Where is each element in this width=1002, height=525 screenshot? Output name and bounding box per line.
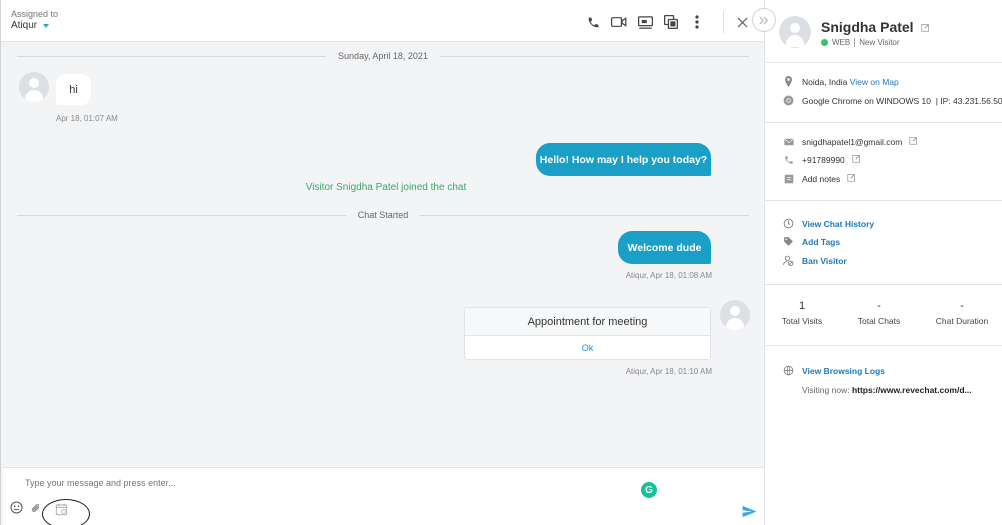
assigned-agent-dropdown[interactable]: Atiqur [11,20,50,31]
location-row: Noida, India View on Map [783,76,899,87]
stat-label: Total Visits [781,316,823,326]
appointment-card-title: Appointment for meeting [465,308,710,336]
online-status-dot [821,39,828,46]
visitor-email: snigdhapatel1@gmail.com [802,136,903,147]
visiting-now-row: Visiting now: https://www.revechat.com/d… [802,385,972,395]
phone-icon [783,154,794,165]
chat-started-text: Chat Started [357,210,409,220]
visitor-channel: WEB [832,38,851,47]
emoji-icon[interactable] [9,500,23,514]
video-icon[interactable] [611,14,627,30]
email-row: snigdhapatel1@gmail.com [783,136,918,147]
stat-label: Total Chats [857,316,901,326]
assigned-label: Assigned to [11,9,59,19]
more-icon[interactable] [689,14,705,30]
appointment-card: Appointment for meeting Ok [464,307,711,360]
add-tags-action[interactable]: Add Tags [783,236,840,247]
visitor-avatar [19,72,49,102]
message-text: Welcome dude [627,241,702,254]
assigned-agent-name: Atiqur [11,20,38,31]
visitor-name-row: Snigdha Patel [821,19,930,35]
chat-header: Assigned to Atiqur [1,0,765,42]
collapse-panel-button[interactable] [752,8,776,32]
chrome-icon [783,95,794,106]
view-browsing-logs-link[interactable]: View Browsing Logs [802,366,885,376]
visitor-status: New Visitor [859,38,900,47]
grammarly-icon[interactable]: G [641,482,657,498]
stat-label: Chat Duration [935,316,989,326]
history-icon [783,218,794,229]
message-composer: G [3,467,765,525]
visitor-ip: | IP: 43.231.56.50 [935,95,1002,106]
agent-avatar [720,300,750,330]
system-message: Visitor Snigdha Patel joined the chat [305,182,467,193]
view-chat-history-link[interactable]: View Chat History [802,219,874,229]
edit-icon[interactable] [852,154,861,165]
send-icon[interactable] [741,503,757,519]
notes-row: Add notes [783,173,856,184]
view-chat-history-action[interactable]: View Chat History [783,218,874,229]
tag-icon [783,236,794,247]
attachment-icon[interactable] [29,501,43,515]
header-divider [723,11,724,33]
visitor-name: Snigdha Patel [821,19,914,35]
message-input[interactable] [25,478,605,488]
phone-row: +91789990 [783,154,861,165]
view-on-map-link[interactable]: View on Map [850,77,899,87]
visiting-now-label: Visiting now: [802,385,850,395]
stat-value: 1 [798,300,806,312]
visitor-meta: WEB New Visitor [821,38,900,47]
ban-visitor-action[interactable]: Ban Visitor [783,255,847,266]
add-tags-link[interactable]: Add Tags [802,237,840,247]
screen-share-icon[interactable] [637,14,653,30]
message-meta: Atiqur, Apr 18, 01:08 AM [625,271,712,280]
mail-icon [783,136,794,147]
appointment-ok-button[interactable]: Ok [465,336,710,360]
header-actions [585,11,760,33]
phone-icon[interactable] [585,14,601,30]
message-timestamp: Apr 18, 01:07 AM [56,114,118,123]
date-separator-text: Sunday, April 18, 2021 [338,51,428,61]
globe-icon [783,365,794,376]
date-separator: Sunday, April 18, 2021 [17,50,749,62]
browser-row: Google Chrome on WINDOWS 10 | IP: 43.231… [783,95,1002,106]
visitor-location: Noida, India [802,76,848,87]
browsing-logs-action[interactable]: View Browsing Logs [783,365,885,376]
stat-total-visits: 1 Total Visits [777,300,827,326]
stat-chat-duration: - Chat Duration [928,300,996,326]
visitor-message-bubble: hi [56,74,91,105]
message-text: Hello! How may I help you today? [539,153,708,166]
edit-icon[interactable] [847,173,856,184]
notes-icon [783,173,794,184]
edit-icon[interactable] [909,136,918,147]
message-meta: Atiqur, Apr 18, 01:10 AM [625,367,712,376]
stat-total-chats: - Total Chats [849,300,909,326]
chevron-down-icon [43,23,50,28]
stat-value: - [960,300,964,312]
annotation-circle [42,499,90,525]
chevrons-right-icon [759,16,769,24]
agent-message-bubble: Welcome dude [618,231,711,264]
visitor-browser: Google Chrome on WINDOWS 10 [802,95,931,106]
edit-icon[interactable] [920,19,930,35]
ban-visitor-link[interactable]: Ban Visitor [802,256,847,266]
visitor-info-panel: Snigdha Patel WEB New Visitor Noida, Ind… [764,0,1002,525]
chat-panel: Assigned to Atiqur Sunday, April 18, 202… [0,0,765,525]
close-icon[interactable] [734,14,750,30]
copy-icon[interactable] [663,14,679,30]
visitor-phone: +91789990 [802,154,845,165]
visiting-now-url[interactable]: https://www.revechat.com/d... [852,385,972,395]
visitor-profile-avatar [779,16,811,48]
add-notes-label[interactable]: Add notes [802,174,840,184]
message-text: hi [69,83,78,96]
stat-value: - [877,300,881,312]
ban-user-icon [783,255,794,266]
agent-message-bubble: Hello! How may I help you today? [536,143,711,176]
chat-started-separator: Chat Started [17,209,749,221]
location-pin-icon [783,76,794,87]
